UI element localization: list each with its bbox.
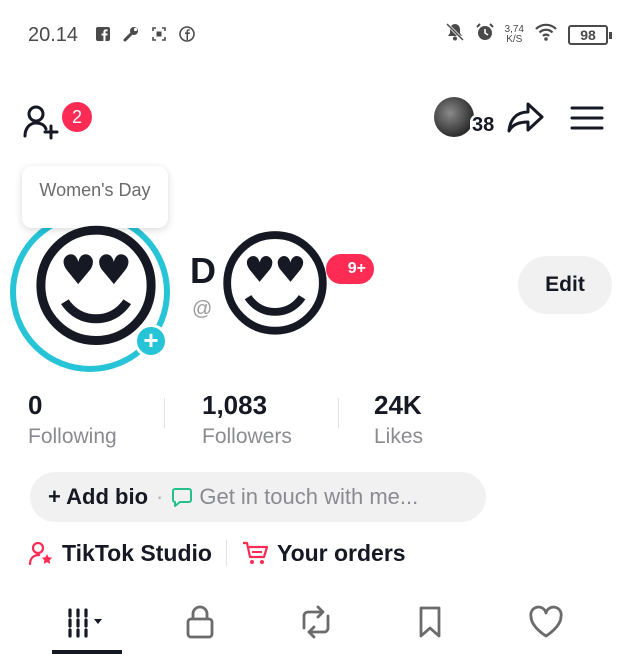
tab-liked[interactable]: [516, 600, 576, 644]
videos-grid-icon: [68, 608, 102, 638]
screenshot-icon: [150, 24, 168, 44]
edit-profile-button[interactable]: Edit: [518, 256, 612, 314]
stat-label: Following: [28, 425, 117, 448]
bio-actions-pill: + Add bio · Get in touch with me...: [30, 472, 486, 522]
bookmark-icon: [419, 606, 441, 638]
stat-label: Likes: [374, 425, 424, 448]
heart-eyes-emoji-sticker: 😍: [213, 220, 337, 352]
status-bar: 20.14 3,74 K/S 98: [0, 0, 634, 70]
add-bio-button[interactable]: + Add bio: [48, 484, 148, 510]
tab-favorites[interactable]: [400, 600, 460, 644]
facebook-messenger-icon: [178, 24, 196, 44]
mute-notifications-icon: [445, 22, 465, 47]
profile-top-bar: 2 38: [0, 80, 634, 160]
network-speed-unit: K/S: [506, 33, 523, 45]
profile-stats: 0 Following 1,083 Followers 24K Likes: [0, 390, 634, 460]
stat-likes[interactable]: 24K Likes: [374, 390, 423, 449]
status-icons-left: [94, 24, 196, 44]
your-orders-link[interactable]: Your orders: [241, 540, 406, 567]
tab-private[interactable]: [170, 600, 230, 644]
chat-bubble-icon: [172, 488, 193, 507]
viewer-avatar: [434, 96, 474, 137]
hamburger-menu-icon: [570, 106, 604, 130]
tab-videos[interactable]: [56, 600, 116, 644]
network-speed: 3,74 K/S: [504, 23, 524, 45]
share-profile-button[interactable]: [506, 100, 546, 136]
stat-followers[interactable]: 1,083 Followers: [202, 390, 292, 449]
stat-divider: [338, 398, 339, 428]
add-avatar-button[interactable]: +: [134, 324, 168, 358]
facebook-icon: [94, 24, 112, 44]
menu-button[interactable]: [568, 102, 606, 134]
stat-following[interactable]: 0 Following: [28, 390, 117, 449]
profile-viewers-button[interactable]: 38: [434, 96, 497, 137]
network-speed-value: 3,74: [504, 23, 524, 35]
viewers-count: 38: [470, 114, 497, 137]
friend-request-badge: 2: [62, 102, 92, 132]
add-friends-button[interactable]: 2: [22, 92, 92, 142]
stat-value: 0: [28, 390, 43, 420]
tiktok-studio-link[interactable]: TikTok Studio: [28, 540, 212, 567]
profile-shortcuts: TikTok Studio Your orders: [28, 536, 406, 570]
battery-indicator: 98: [568, 24, 612, 45]
repost-icon: [302, 605, 330, 639]
wrench-icon: [122, 24, 140, 44]
status-time: 20.14: [28, 24, 79, 46]
liked-heart-icon: [529, 605, 563, 638]
links-divider: [225, 540, 227, 566]
tiktok-studio-label: TikTok Studio: [62, 539, 212, 566]
status-icons-right: 3,74 K/S 98: [445, 22, 612, 47]
profile-content-tabs: [0, 592, 634, 656]
get-in-touch-button[interactable]: Get in touch with me...: [199, 484, 418, 510]
share-arrow-icon: [507, 102, 544, 133]
stat-divider: [164, 398, 165, 428]
shopping-cart-icon: [242, 541, 269, 564]
active-tab-indicator: [52, 650, 122, 654]
private-lock-icon: [186, 605, 214, 639]
creator-star-icon: [28, 541, 53, 566]
wifi-icon: [534, 22, 558, 47]
your-orders-label: Your orders: [276, 539, 406, 566]
bio-separator: ·: [156, 484, 164, 509]
stat-label: Followers: [202, 425, 292, 448]
stat-value: 24K: [374, 390, 422, 420]
alarm-icon: [475, 22, 495, 47]
stat-value: 1,083: [202, 390, 268, 420]
tab-reposts[interactable]: [286, 600, 346, 644]
